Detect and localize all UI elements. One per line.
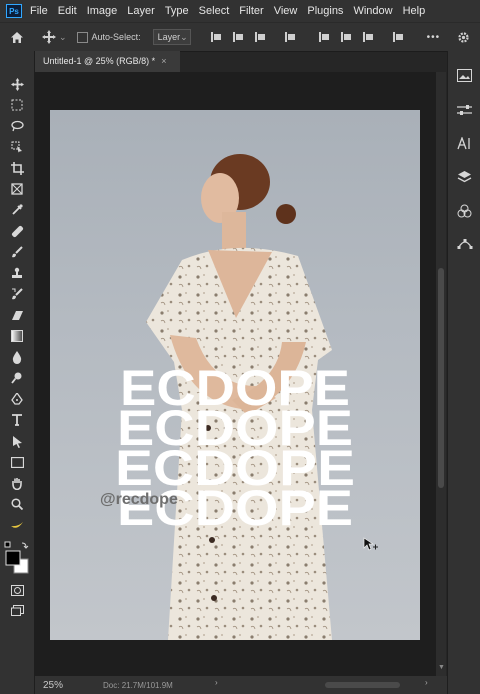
path-selection-tool-icon[interactable] xyxy=(8,432,26,450)
align-vertical-centers-icon[interactable] xyxy=(340,31,351,43)
brush-tool-icon[interactable] xyxy=(8,243,26,261)
menu-image[interactable]: Image xyxy=(87,5,118,17)
clone-stamp-tool-icon[interactable] xyxy=(8,264,26,282)
tools-panel xyxy=(0,51,35,694)
auto-select-option[interactable]: Auto-Select: xyxy=(76,31,141,43)
dodge-tool-icon[interactable] xyxy=(8,369,26,387)
adjustments-icon[interactable] xyxy=(456,101,473,118)
quick-mask-icon[interactable] xyxy=(8,581,26,599)
cursor-pointer-icon xyxy=(363,537,379,558)
menu-type[interactable]: Type xyxy=(165,5,189,17)
frame-tool-icon[interactable] xyxy=(8,180,26,198)
move-tool-icon[interactable] xyxy=(42,30,56,44)
type-tool-icon[interactable] xyxy=(8,411,26,429)
banana-icon[interactable] xyxy=(8,516,26,534)
auto-select-label: Auto-Select: xyxy=(91,32,141,42)
paths-icon[interactable] xyxy=(456,235,473,252)
menu-help[interactable]: Help xyxy=(403,5,426,17)
character-panel-icon[interactable] xyxy=(456,135,473,152)
distribute-icon[interactable] xyxy=(284,31,295,43)
photoshop-logo-icon: Ps xyxy=(6,4,22,18)
watermark-text: @recdope xyxy=(100,491,178,508)
home-icon[interactable] xyxy=(10,30,24,44)
warped-text-stack: ECDOPE ECDOPE ECDOPE ECDOPE xyxy=(115,360,355,536)
lasso-tool-icon[interactable] xyxy=(8,117,26,135)
align-bottom-edges-icon[interactable] xyxy=(362,31,373,43)
menu-window[interactable]: Window xyxy=(353,5,392,17)
rectangle-tool-icon[interactable] xyxy=(8,453,26,471)
crop-tool-icon[interactable] xyxy=(8,159,26,177)
menu-filter[interactable]: Filter xyxy=(239,5,263,17)
menu-view[interactable]: View xyxy=(274,5,298,17)
menu-plugins[interactable]: Plugins xyxy=(307,5,343,17)
healing-brush-tool-icon[interactable] xyxy=(8,222,26,240)
gear-icon[interactable] xyxy=(456,30,470,44)
auto-select-target-select[interactable]: Layer ⌄ xyxy=(152,29,191,45)
hand-tool-icon[interactable] xyxy=(8,474,26,492)
menu-select[interactable]: Select xyxy=(199,5,230,17)
chevron-right-icon[interactable]: › xyxy=(215,678,218,687)
canvas-artwork: ECDOPE ECDOPE ECDOPE ECDOPE @recdope xyxy=(100,154,355,640)
image-panel-icon[interactable] xyxy=(456,67,473,84)
warped-text-row: ECDOPE xyxy=(117,480,353,536)
scroll-down-icon[interactable]: ▼ xyxy=(438,664,445,671)
layers-icon[interactable] xyxy=(456,168,473,185)
eyedropper-tool-icon[interactable] xyxy=(8,201,26,219)
menu-file[interactable]: File xyxy=(30,5,48,17)
eraser-tool-icon[interactable] xyxy=(8,306,26,324)
menu-edit[interactable]: Edit xyxy=(58,5,77,17)
menu-layer[interactable]: Layer xyxy=(127,5,155,17)
move-tool-icon[interactable] xyxy=(8,75,26,93)
zoom-tool-icon[interactable] xyxy=(8,495,26,513)
gradient-tool-icon[interactable] xyxy=(8,327,26,345)
options-bar: ⌄ Auto-Select: Layer ⌄ ••• xyxy=(0,22,480,52)
align-horizontal-centers-icon[interactable] xyxy=(232,31,243,43)
align-right-edges-icon[interactable] xyxy=(254,31,265,43)
document-size-info[interactable]: Doc: 21.7M/101.9M xyxy=(103,681,173,690)
vertical-scroll-thumb[interactable] xyxy=(438,268,444,488)
color-swatches[interactable] xyxy=(4,549,30,575)
zoom-level[interactable]: 25% xyxy=(43,680,63,691)
distribute-vertical-icon[interactable] xyxy=(392,31,403,43)
document-canvas[interactable]: ECDOPE ECDOPE ECDOPE ECDOPE @recdope xyxy=(50,110,420,640)
document-tab-title: Untitled-1 @ 25% (RGB/8) * xyxy=(43,56,156,66)
document-tab[interactable]: Untitled-1 @ 25% (RGB/8) * × xyxy=(35,51,180,72)
object-selection-tool-icon[interactable] xyxy=(8,138,26,156)
dress-button xyxy=(209,537,215,543)
marquee-tool-icon[interactable] xyxy=(8,96,26,114)
align-group xyxy=(205,31,409,43)
right-panel-dock xyxy=(447,51,480,694)
chevron-down-icon[interactable]: ⌄ xyxy=(59,32,67,43)
pen-tool-icon[interactable] xyxy=(8,390,26,408)
horizontal-scroll-thumb[interactable] xyxy=(325,682,400,688)
menu-bar: Ps File Edit Image Layer Type Select Fil… xyxy=(0,0,480,22)
channels-icon[interactable] xyxy=(456,202,473,219)
align-left-edges-icon[interactable] xyxy=(210,31,221,43)
blur-tool-icon[interactable] xyxy=(8,348,26,366)
auto-select-checkbox[interactable] xyxy=(76,31,88,43)
status-bar: 25% Doc: 21.7M/101.9M › › xyxy=(35,676,447,694)
chevron-right-icon[interactable]: › xyxy=(425,678,428,687)
chevron-down-icon: ⌄ xyxy=(180,31,188,42)
dress-button xyxy=(211,595,217,601)
history-brush-tool-icon[interactable] xyxy=(8,285,26,303)
hair-bun-shape xyxy=(276,204,296,224)
close-icon[interactable]: × xyxy=(161,56,166,66)
align-top-edges-icon[interactable] xyxy=(318,31,329,43)
screen-mode-icon[interactable] xyxy=(8,601,26,619)
more-options-icon[interactable]: ••• xyxy=(427,32,441,43)
